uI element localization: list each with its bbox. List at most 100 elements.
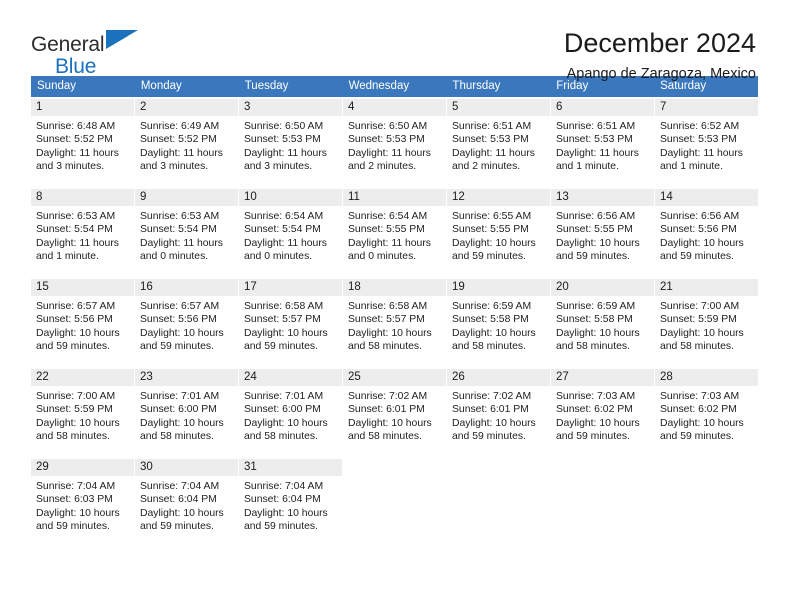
calendar-page: General Blue December 2024 Apango de Zar…: [0, 0, 792, 612]
daylight-text-line1: Daylight: 10 hours: [348, 327, 432, 339]
sunset-text: Sunset: 6:04 PM: [244, 494, 321, 506]
sunset-text: Sunset: 5:53 PM: [244, 134, 321, 146]
daylight-text-line1: Daylight: 10 hours: [140, 327, 224, 339]
calendar-day-cell[interactable]: 9 Sunrise: 6:53 AM Sunset: 5:54 PM Daylight…: [135, 189, 238, 277]
sunrise-text: Sunrise: 6:58 AM: [244, 301, 324, 312]
day-sun-info: Sunrise: 6:57 AM Sunset: 5:56 PM Daylight:…: [135, 296, 238, 354]
day-sun-info: Sunrise: 6:59 AM Sunset: 5:58 PM Daylight:…: [551, 296, 654, 354]
daylight-text-line1: Daylight: 10 hours: [36, 327, 120, 339]
daylight-text-line2: and 0 minutes.: [140, 251, 209, 263]
day-number: 27: [551, 369, 654, 386]
weekday-saturday: Saturday: [660, 80, 707, 92]
calendar-day-cell[interactable]: 6 Sunrise: 6:51 AM Sunset: 5:53 PM Daylight…: [551, 99, 654, 187]
page-title: December 2024: [563, 28, 756, 58]
sunrise-text: Sunrise: 6:58 AM: [348, 301, 428, 312]
calendar-day-cell[interactable]: 2 Sunrise: 6:49 AM Sunset: 5:52 PM Daylight…: [135, 99, 238, 187]
sunset-text: Sunset: 5:53 PM: [660, 134, 737, 146]
sunrise-text: Sunrise: 6:50 AM: [348, 121, 428, 132]
daylight-text-line1: Daylight: 11 hours: [140, 237, 223, 249]
calendar-day-cell[interactable]: 29 Sunrise: 7:04 AM Sunset: 6:03 PM Dayligh…: [31, 459, 134, 547]
sunset-text: Sunset: 5:54 PM: [244, 224, 321, 236]
calendar-week-row: 15 Sunrise: 6:57 AM Sunset: 5:56 PM Dayligh…: [31, 279, 758, 367]
calendar-day-cell[interactable]: 26 Sunrise: 7:02 AM Sunset: 6:01 PM Dayligh…: [447, 369, 550, 457]
weekday-sunday: Sunday: [37, 80, 77, 92]
day-sun-info: Sunrise: 7:03 AM Sunset: 6:02 PM Daylight:…: [655, 386, 758, 444]
calendar-day-cell[interactable]: 24 Sunrise: 7:01 AM Sunset: 6:00 PM Dayligh…: [239, 369, 342, 457]
calendar-day-cell[interactable]: 8 Sunrise: 6:53 AM Sunset: 5:54 PM Daylight…: [31, 189, 134, 277]
daylight-text-line1: Daylight: 11 hours: [348, 237, 431, 249]
day-number: 25: [343, 369, 446, 386]
day-number: 5: [447, 99, 550, 116]
calendar-day-cell[interactable]: 4 Sunrise: 6:50 AM Sunset: 5:53 PM Daylight…: [343, 99, 446, 187]
calendar-day-cell[interactable]: 21 Sunrise: 7:00 AM Sunset: 5:59 PM Dayligh…: [655, 279, 758, 367]
calendar-day-cell[interactable]: 19 Sunrise: 6:59 AM Sunset: 5:58 PM Dayligh…: [447, 279, 550, 367]
calendar-day-cell[interactable]: 18 Sunrise: 6:58 AM Sunset: 5:57 PM Dayligh…: [343, 279, 446, 367]
calendar-day-cell[interactable]: 15 Sunrise: 6:57 AM Sunset: 5:56 PM Dayligh…: [31, 279, 134, 367]
day-sun-info: Sunrise: 6:53 AM Sunset: 5:54 PM Daylight:…: [135, 206, 238, 264]
daylight-text-line1: Daylight: 11 hours: [244, 147, 327, 159]
daylight-text-line1: Daylight: 10 hours: [244, 417, 328, 429]
calendar-day-cell[interactable]: 5 Sunrise: 6:51 AM Sunset: 5:53 PM Daylight…: [447, 99, 550, 187]
day-number: 6: [551, 99, 654, 116]
day-number: 3: [239, 99, 342, 116]
day-sun-info: Sunrise: 6:53 AM Sunset: 5:54 PM Daylight:…: [31, 206, 134, 264]
sunrise-text: Sunrise: 6:53 AM: [140, 211, 220, 222]
day-number: 12: [447, 189, 550, 206]
daylight-text-line2: and 59 minutes.: [140, 341, 214, 353]
daylight-text-line1: Daylight: 10 hours: [244, 327, 328, 339]
day-number: 1: [31, 99, 134, 116]
day-number: 24: [239, 369, 342, 386]
calendar-day-cell[interactable]: 13 Sunrise: 6:56 AM Sunset: 5:55 PM Dayligh…: [551, 189, 654, 277]
day-number: 26: [447, 369, 550, 386]
calendar-day-cell-empty: [655, 459, 758, 547]
daylight-text-line2: and 59 minutes.: [660, 431, 734, 443]
sunrise-text: Sunrise: 7:00 AM: [36, 391, 116, 402]
sunrise-text: Sunrise: 7:01 AM: [244, 391, 324, 402]
sunset-text: Sunset: 6:04 PM: [140, 494, 217, 506]
calendar-day-cell-empty: [447, 459, 550, 547]
calendar-day-cell[interactable]: 14 Sunrise: 6:56 AM Sunset: 5:56 PM Dayligh…: [655, 189, 758, 277]
sunset-text: Sunset: 6:02 PM: [660, 404, 737, 416]
daylight-text-line2: and 59 minutes.: [556, 251, 630, 263]
day-sun-info: Sunrise: 6:54 AM Sunset: 5:54 PM Daylight:…: [239, 206, 342, 264]
calendar-day-cell[interactable]: 3 Sunrise: 6:50 AM Sunset: 5:53 PM Daylight…: [239, 99, 342, 187]
daylight-text-line2: and 59 minutes.: [140, 521, 214, 533]
day-sun-info: Sunrise: 7:02 AM Sunset: 6:01 PM Daylight:…: [447, 386, 550, 444]
calendar-day-cell[interactable]: 30 Sunrise: 7:04 AM Sunset: 6:04 PM Dayligh…: [135, 459, 238, 547]
day-number: 18: [343, 279, 446, 296]
calendar-day-cell[interactable]: 22 Sunrise: 7:00 AM Sunset: 5:59 PM Dayligh…: [31, 369, 134, 457]
daylight-text-line2: and 2 minutes.: [452, 161, 521, 173]
calendar-day-cell[interactable]: 25 Sunrise: 7:02 AM Sunset: 6:01 PM Dayligh…: [343, 369, 446, 457]
calendar-day-cell[interactable]: 11 Sunrise: 6:54 AM Sunset: 5:55 PM Dayligh…: [343, 189, 446, 277]
day-number: 11: [343, 189, 446, 206]
weekday-thursday: Thursday: [452, 80, 501, 92]
calendar-week-row: 8 Sunrise: 6:53 AM Sunset: 5:54 PM Daylight…: [31, 189, 758, 277]
sunrise-text: Sunrise: 6:57 AM: [36, 301, 116, 312]
sunrise-text: Sunrise: 6:59 AM: [452, 301, 532, 312]
day-number: 30: [135, 459, 238, 476]
daylight-text-line2: and 3 minutes.: [140, 161, 209, 173]
calendar-day-cell[interactable]: 20 Sunrise: 6:59 AM Sunset: 5:58 PM Dayligh…: [551, 279, 654, 367]
day-sun-info: Sunrise: 6:50 AM Sunset: 5:53 PM Daylight:…: [239, 116, 342, 174]
sunset-text: Sunset: 5:53 PM: [556, 134, 633, 146]
calendar-day-cell[interactable]: 16 Sunrise: 6:57 AM Sunset: 5:56 PM Dayligh…: [135, 279, 238, 367]
calendar-day-cell[interactable]: 10 Sunrise: 6:54 AM Sunset: 5:54 PM Dayligh…: [239, 189, 342, 277]
calendar-day-cell[interactable]: 12 Sunrise: 6:55 AM Sunset: 5:55 PM Dayligh…: [447, 189, 550, 277]
calendar-day-cell[interactable]: 28 Sunrise: 7:03 AM Sunset: 6:02 PM Dayligh…: [655, 369, 758, 457]
calendar-day-cell[interactable]: 7 Sunrise: 6:52 AM Sunset: 5:53 PM Daylight…: [655, 99, 758, 187]
sunrise-text: Sunrise: 6:54 AM: [348, 211, 428, 222]
calendar-day-cell[interactable]: 23 Sunrise: 7:01 AM Sunset: 6:00 PM Dayligh…: [135, 369, 238, 457]
sunset-text: Sunset: 5:54 PM: [36, 224, 113, 236]
daylight-text-line2: and 58 minutes.: [36, 431, 110, 443]
daylight-text-line2: and 58 minutes.: [556, 341, 630, 353]
daylight-text-line1: Daylight: 11 hours: [244, 237, 327, 249]
day-sun-info: Sunrise: 6:49 AM Sunset: 5:52 PM Daylight:…: [135, 116, 238, 174]
sunrise-text: Sunrise: 6:51 AM: [452, 121, 532, 132]
calendar-day-cell[interactable]: 1 Sunrise: 6:48 AM Sunset: 5:52 PM Daylight…: [31, 99, 134, 187]
sunset-text: Sunset: 5:53 PM: [348, 134, 425, 146]
day-sun-info: Sunrise: 7:01 AM Sunset: 6:00 PM Daylight:…: [135, 386, 238, 444]
calendar-day-cell[interactable]: 17 Sunrise: 6:58 AM Sunset: 5:57 PM Dayligh…: [239, 279, 342, 367]
day-sun-info: Sunrise: 6:56 AM Sunset: 5:56 PM Daylight:…: [655, 206, 758, 264]
calendar-day-cell[interactable]: 27 Sunrise: 7:03 AM Sunset: 6:02 PM Dayligh…: [551, 369, 654, 457]
calendar-day-cell[interactable]: 31 Sunrise: 7:04 AM Sunset: 6:04 PM Dayligh…: [239, 459, 342, 547]
